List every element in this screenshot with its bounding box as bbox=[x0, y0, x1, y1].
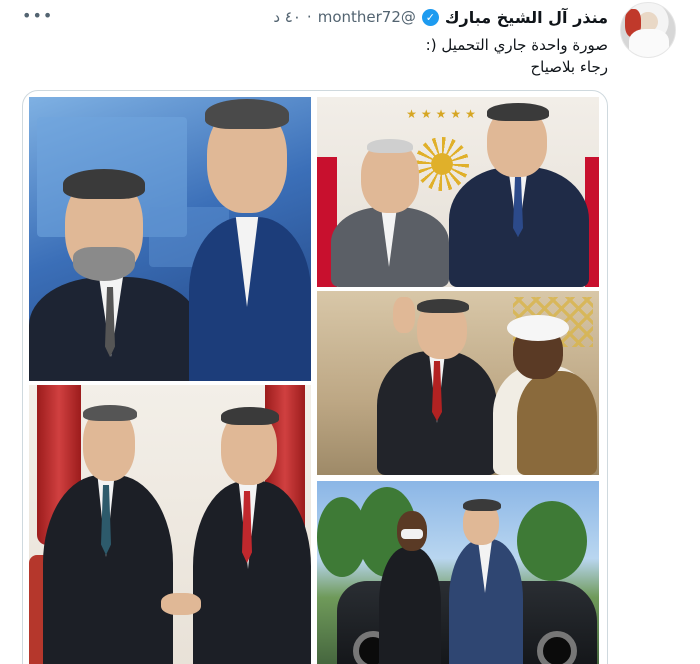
separator-dot: · bbox=[306, 8, 312, 26]
tweet-text: صورة واحدة جاري التحميل (: رجاء بلاصياح bbox=[108, 34, 608, 78]
tweet: منذر آل الشيخ مبارك ✓ @monther72 · ٤٠ د … bbox=[0, 0, 700, 664]
author-handle[interactable]: @monther72 bbox=[318, 8, 416, 26]
tweet-timestamp[interactable]: ٤٠ د bbox=[273, 8, 301, 26]
tree bbox=[517, 501, 587, 581]
photo-4[interactable] bbox=[29, 385, 311, 664]
author-name[interactable]: منذر آل الشيخ مبارك bbox=[445, 8, 608, 27]
handshake bbox=[161, 593, 201, 615]
tweet-text-line-2: رجاء بلاصياح bbox=[530, 58, 608, 76]
media-grid: ★★★★★ bbox=[22, 90, 608, 664]
photo-5[interactable] bbox=[317, 481, 599, 664]
photo-2[interactable]: ★★★★★ bbox=[317, 97, 599, 287]
avatar-shoulders bbox=[629, 29, 669, 57]
avatar[interactable] bbox=[620, 2, 676, 58]
photo-1[interactable] bbox=[29, 97, 311, 381]
car-wheel bbox=[537, 631, 577, 664]
emblem-stars: ★★★★★ bbox=[406, 107, 480, 121]
verified-badge-icon: ✓ bbox=[421, 8, 439, 26]
more-icon[interactable]: ••• bbox=[22, 6, 53, 25]
emblem-sun bbox=[415, 137, 469, 191]
tweet-header: منذر آل الشيخ مبارك ✓ @monther72 · ٤٠ د bbox=[273, 6, 608, 28]
tweet-text-line-1: صورة واحدة جاري التحميل (: bbox=[425, 36, 608, 54]
photo-3[interactable] bbox=[317, 291, 599, 475]
